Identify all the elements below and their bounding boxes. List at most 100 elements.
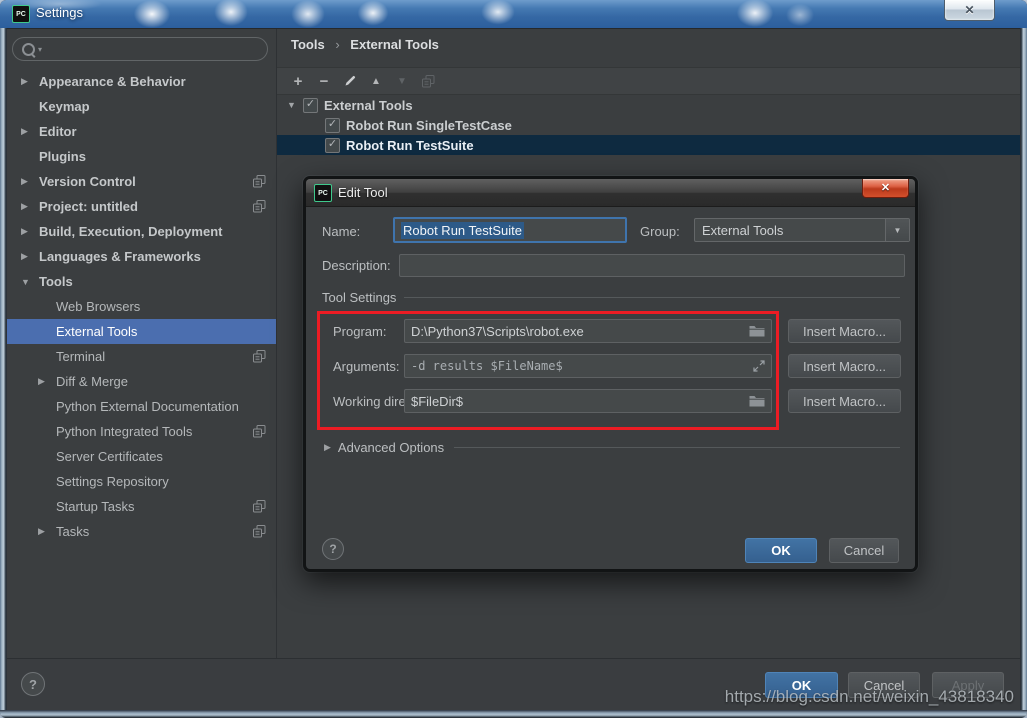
- sidebar-item-project-untitled[interactable]: ▶ Project: untitled: [7, 194, 276, 219]
- checkbox[interactable]: ✓: [303, 97, 318, 113]
- tree-row-external-tools[interactable]: ▼ ✓ External Tools: [277, 95, 1020, 115]
- arrow-up-icon: ▲: [371, 75, 381, 87]
- combo-arrow-glyph: ▼: [893, 225, 902, 235]
- sidebar-item-external-tools[interactable]: External Tools: [7, 319, 276, 344]
- breadcrumb-tools[interactable]: Tools: [291, 37, 325, 52]
- group-select[interactable]: External Tools ▼: [694, 218, 910, 242]
- check-icon: ✓: [327, 118, 338, 130]
- group-label: Group:: [640, 224, 680, 239]
- working-directory-input[interactable]: $FileDir$: [404, 389, 772, 413]
- tree-row-robot-run-testsuite[interactable]: ✓ Robot Run TestSuite: [277, 135, 1020, 155]
- sidebar-item-appearance-behavior[interactable]: ▶ Appearance & Behavior: [7, 69, 276, 94]
- settings-nav: ▶ Appearance & Behavior Keymap ▶ Editor …: [7, 69, 276, 544]
- sidebar-item-editor[interactable]: ▶ Editor: [7, 119, 276, 144]
- sidebar-item-settings-repository[interactable]: Settings Repository: [7, 469, 276, 494]
- chevron-right-icon: ▶: [21, 126, 28, 136]
- advanced-options-toggle[interactable]: ▶ Advanced Options: [324, 440, 900, 455]
- sidebar-item-tasks[interactable]: ▶ Tasks: [7, 519, 276, 544]
- sidebar-item-label: Project: untitled: [39, 199, 138, 214]
- edit-tool-dialog: PC Edit Tool ✕ Name: Robot Run TestSuite…: [303, 176, 918, 572]
- close-icon: ✕: [964, 3, 975, 17]
- move-up-button[interactable]: ▲: [363, 70, 389, 92]
- expand-icon[interactable]: [753, 360, 765, 372]
- chevron-down-icon: ▼: [287, 100, 296, 110]
- edit-button[interactable]: [337, 70, 363, 92]
- tree-row-robot-run-singletestcase[interactable]: ✓ Robot Run SingleTestCase: [277, 115, 1020, 135]
- insert-macro-button[interactable]: Insert Macro...: [788, 319, 901, 343]
- section-title: Tool Settings: [322, 290, 397, 305]
- working-directory-value: $FileDir$: [411, 393, 464, 409]
- chevron-down-icon[interactable]: ▼: [885, 219, 909, 241]
- checkbox[interactable]: ✓: [325, 117, 340, 133]
- name-value: Robot Run TestSuite: [401, 221, 524, 239]
- chevron-right-icon: ▶: [38, 526, 45, 536]
- sidebar-item-build-execution-deployment[interactable]: ▶ Build, Execution, Deployment: [7, 219, 276, 244]
- shared-settings-icon: [253, 525, 266, 538]
- shared-settings-icon: [253, 500, 266, 513]
- sidebar-item-keymap[interactable]: Keymap: [7, 94, 276, 119]
- sidebar-item-version-control[interactable]: ▶ Version Control: [7, 169, 276, 194]
- sidebar-item-label: Version Control: [39, 174, 136, 189]
- sidebar-item-web-browsers[interactable]: Web Browsers: [7, 294, 276, 319]
- dialog-close-button[interactable]: ✕: [862, 179, 909, 198]
- sidebar-item-diff-merge[interactable]: ▶ Diff & Merge: [7, 369, 276, 394]
- shared-settings-icon: [253, 350, 266, 363]
- copy-button[interactable]: [415, 70, 441, 92]
- chevron-right-icon: ▶: [21, 76, 28, 86]
- chevron-right-icon: ▶: [38, 376, 45, 386]
- shared-settings-icon: [253, 425, 266, 438]
- question-icon: ?: [29, 676, 37, 692]
- settings-sidebar: ▾ ▶ Appearance & Behavior Keymap ▶ Edito…: [7, 29, 276, 659]
- help-button[interactable]: ?: [21, 672, 45, 696]
- checkbox[interactable]: ✓: [325, 137, 340, 153]
- tree-row-label: External Tools: [324, 97, 413, 113]
- breadcrumb: Tools › External Tools: [291, 37, 439, 52]
- sidebar-item-terminal[interactable]: Terminal: [7, 344, 276, 369]
- folder-icon[interactable]: [749, 395, 765, 407]
- program-input[interactable]: D:\Python37\Scripts\robot.exe: [404, 319, 772, 343]
- sidebar-item-label: Python Integrated Tools: [56, 424, 193, 439]
- sidebar-item-startup-tasks[interactable]: Startup Tasks: [7, 494, 276, 519]
- chevron-right-icon: ▶: [21, 226, 28, 236]
- tree-row-label: Robot Run TestSuite: [346, 137, 474, 153]
- minus-icon: −: [319, 72, 329, 90]
- dialog-help-button[interactable]: ?: [322, 538, 344, 560]
- remove-button[interactable]: −: [311, 70, 337, 92]
- breadcrumb-separator: ›: [335, 37, 340, 52]
- add-button[interactable]: +: [285, 70, 311, 92]
- sidebar-item-plugins[interactable]: Plugins: [7, 144, 276, 169]
- sidebar-item-label: Tools: [39, 274, 73, 289]
- sidebar-item-label: Build, Execution, Deployment: [39, 224, 223, 239]
- chevron-right-icon: ▶: [324, 442, 331, 452]
- check-icon: ✓: [327, 138, 338, 150]
- name-input[interactable]: Robot Run TestSuite: [393, 217, 627, 243]
- window-frame-right: [1020, 28, 1027, 718]
- search-caret-icon: ▾: [38, 44, 43, 54]
- sidebar-item-python-external-documentation[interactable]: Python External Documentation: [7, 394, 276, 419]
- insert-macro-button[interactable]: Insert Macro...: [788, 389, 901, 413]
- search-input[interactable]: ▾: [12, 37, 268, 61]
- move-down-button[interactable]: ▼: [389, 70, 415, 92]
- arguments-input[interactable]: -d results $FileName$: [404, 354, 772, 378]
- sidebar-item-tools[interactable]: ▼ Tools: [7, 269, 276, 294]
- breadcrumb-external-tools: External Tools: [350, 37, 439, 52]
- dialog-cancel-button[interactable]: Cancel: [829, 538, 899, 563]
- settings-window: PC Settings ✕ ▾ ▶ Appearance & Behavior …: [0, 0, 1027, 718]
- insert-macro-button[interactable]: Insert Macro...: [788, 354, 901, 378]
- chevron-right-icon: ▶: [21, 201, 28, 211]
- check-icon: ✓: [305, 98, 316, 110]
- sidebar-item-server-certificates[interactable]: Server Certificates: [7, 444, 276, 469]
- advanced-options-label: Advanced Options: [337, 440, 445, 455]
- group-value: External Tools: [702, 222, 784, 238]
- sidebar-item-python-integrated-tools[interactable]: Python Integrated Tools: [7, 419, 276, 444]
- sidebar-item-label: Web Browsers: [56, 299, 141, 314]
- question-icon: ?: [329, 542, 337, 556]
- window-close-button[interactable]: ✕: [944, 0, 995, 21]
- shared-settings-icon: [253, 175, 266, 188]
- dialog-ok-button[interactable]: OK: [745, 538, 817, 563]
- sidebar-item-label: Keymap: [39, 99, 90, 114]
- sidebar-item-languages-frameworks[interactable]: ▶ Languages & Frameworks: [7, 244, 276, 269]
- folder-icon[interactable]: [749, 325, 765, 337]
- description-input[interactable]: [399, 254, 905, 277]
- dialog-body: Name: Robot Run TestSuite Group: Externa…: [306, 206, 915, 569]
